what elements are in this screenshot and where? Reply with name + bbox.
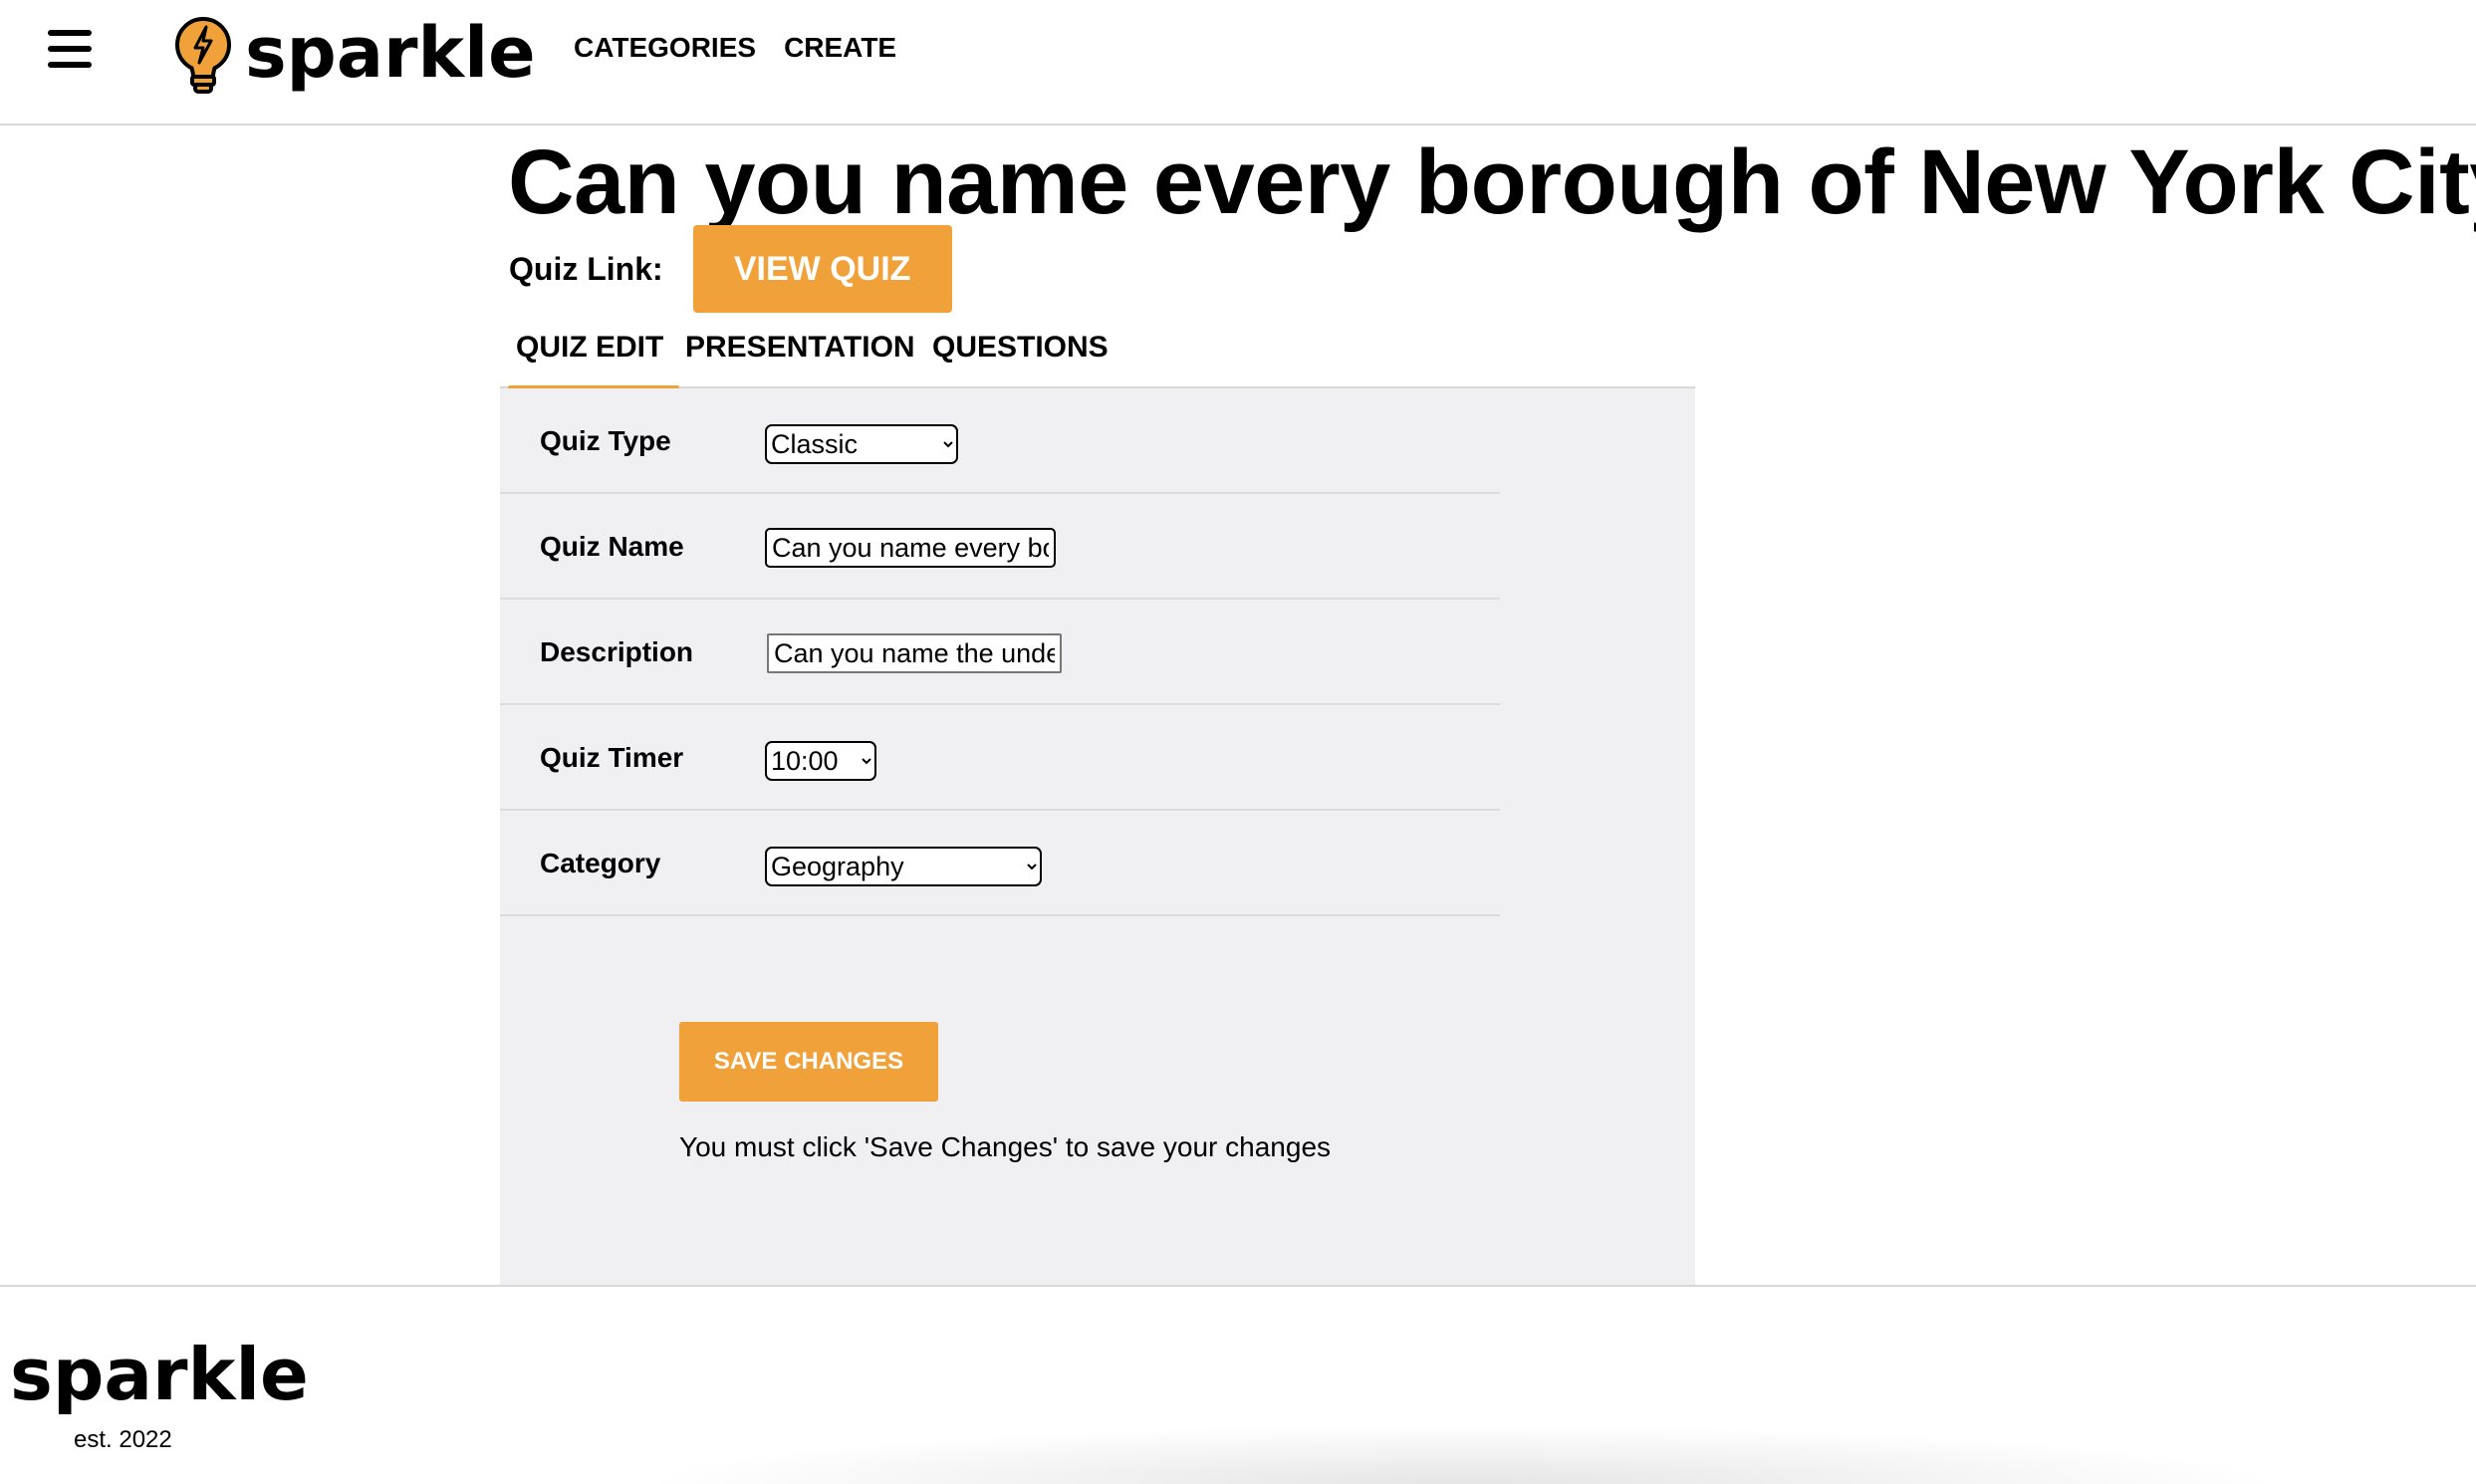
form-row-quiz-timer: Quiz Timer 10:00 — [500, 705, 1500, 811]
quiz-timer-label: Quiz Timer — [540, 742, 684, 773]
quiz-type-select[interactable]: Classic — [765, 424, 958, 464]
footer-established: est. 2022 — [74, 1426, 172, 1453]
logo[interactable]: sparkle — [171, 8, 536, 104]
quiz-link-row: Quiz Link: VIEW QUIZ — [509, 225, 952, 313]
nav-categories[interactable]: CATEGORIES — [574, 32, 756, 64]
main-nav: CATEGORIES CREATE — [574, 32, 896, 64]
hamburger-menu-icon[interactable] — [48, 30, 92, 70]
form-row-quiz-name: Quiz Name — [500, 494, 1500, 600]
tab-quiz-edit[interactable]: QUIZ EDIT — [507, 331, 680, 390]
quiz-link-label: Quiz Link: — [509, 250, 663, 287]
form-row-category: Category Geography — [500, 811, 1500, 916]
form-row-quiz-type: Quiz Type Classic — [500, 388, 1500, 494]
quiz-name-label: Quiz Name — [540, 531, 684, 562]
footer-divider — [0, 1285, 2476, 1287]
nav-create[interactable]: CREATE — [784, 32, 896, 64]
lightbulb-logo-icon — [175, 17, 231, 94]
save-changes-button[interactable]: SAVE CHANGES — [679, 1022, 938, 1102]
logo-text: sparkle — [245, 12, 536, 94]
save-changes-note: You must click 'Save Changes' to save yo… — [679, 1131, 1332, 1162]
quiz-timer-select[interactable]: 10:00 — [765, 741, 876, 781]
category-label: Category — [540, 848, 661, 878]
form-row-description: Description — [500, 600, 1500, 705]
category-select[interactable]: Geography — [765, 847, 1042, 886]
top-bar: sparkle CATEGORIES CREATE — [0, 0, 2476, 125]
tab-presentation[interactable]: PRESENTATION — [685, 331, 915, 382]
page-title: Can you name every borough of New York C… — [508, 131, 2476, 233]
quiz-type-label: Quiz Type — [540, 425, 671, 456]
quiz-edit-panel: Quiz Type Classic Quiz Name Description … — [500, 388, 1695, 1285]
description-input[interactable] — [767, 633, 1062, 673]
description-label: Description — [540, 636, 694, 667]
tab-questions[interactable]: QUESTIONS — [932, 331, 1109, 382]
footer-logo[interactable]: sparkle — [10, 1339, 309, 1410]
footer-shadow — [637, 1424, 2291, 1484]
quiz-name-input[interactable] — [765, 528, 1056, 568]
view-quiz-button[interactable]: VIEW QUIZ — [692, 225, 952, 313]
tab-bar: QUIZ EDIT PRESENTATION QUESTIONS — [500, 319, 1695, 390]
